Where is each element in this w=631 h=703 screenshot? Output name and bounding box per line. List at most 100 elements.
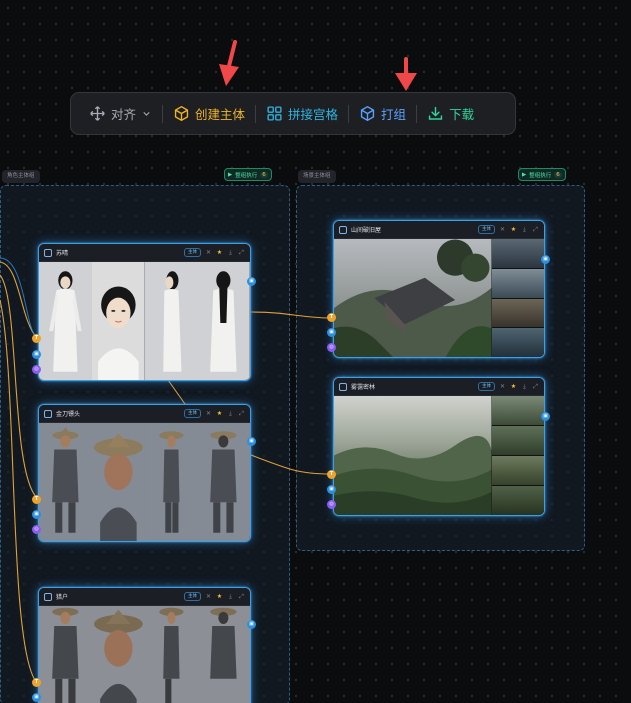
- ref-input-port[interactable]: ◎: [32, 365, 41, 374]
- character-side-image: [144, 606, 198, 703]
- node-header: 雾霭密林 主体 ✕ ★ ⤓ ⤢: [334, 378, 544, 396]
- node-villager[interactable]: 猎户 主体 ✕ ★ ⤓ ⤢: [38, 587, 251, 703]
- node-warrior[interactable]: 金刀镖头 主体 ✕ ★ ⤓ ⤢: [38, 404, 251, 542]
- image-output-port[interactable]: ▣: [247, 620, 256, 629]
- group-cube-icon: [360, 106, 375, 121]
- ref-input-port[interactable]: ◎: [327, 343, 336, 352]
- star-icon[interactable]: ★: [216, 249, 223, 256]
- annotation-arrow-create-subject: [219, 40, 239, 86]
- scene-thumbnails: [491, 396, 544, 515]
- group-label: 打组: [381, 107, 407, 122]
- image-output-port[interactable]: ▣: [541, 412, 550, 421]
- node-tag[interactable]: 主体: [478, 225, 495, 234]
- download-icon[interactable]: ⤓: [227, 593, 234, 600]
- character-front-image: [39, 606, 92, 703]
- node-tag[interactable]: 主体: [184, 592, 201, 601]
- image-input-port[interactable]: ▣: [32, 350, 41, 359]
- text-input-port[interactable]: T: [32, 334, 41, 343]
- character-front-image: [39, 423, 92, 541]
- image-icon: [339, 382, 347, 391]
- expand-icon[interactable]: ⤢: [238, 249, 245, 256]
- image-input-port[interactable]: ▣: [327, 485, 336, 494]
- download-label: 下载: [449, 107, 475, 122]
- character-side-image: [144, 262, 198, 380]
- image-input-port[interactable]: ▣: [32, 693, 41, 702]
- node-tag[interactable]: 主体: [478, 382, 495, 391]
- grid-stitch-button[interactable]: 拼接宫格: [256, 99, 348, 129]
- node-mountain-house[interactable]: 山间破旧屋 主体 ✕ ★ ⤓ ⤢: [333, 220, 545, 358]
- expand-icon[interactable]: ⤢: [238, 593, 245, 600]
- image-output-port[interactable]: ▣: [541, 255, 550, 264]
- node-forest[interactable]: 雾霭密林 主体 ✕ ★ ⤓ ⤢: [333, 377, 545, 516]
- download-icon[interactable]: ⤓: [521, 226, 528, 233]
- node-heroine[interactable]: 苏晴 主体 ✕ ★ ⤓ ⤢: [38, 243, 251, 381]
- node-title: 苏晴: [56, 250, 69, 257]
- move-icon: [90, 106, 105, 121]
- node-tag[interactable]: 主体: [184, 409, 201, 418]
- character-portrait-image: [91, 606, 145, 703]
- align-dropdown[interactable]: 对齐: [79, 99, 162, 129]
- star-icon[interactable]: ★: [216, 593, 223, 600]
- download-button[interactable]: 下载: [417, 99, 484, 129]
- turnaround-images: [39, 423, 250, 541]
- node-title: 山间破旧屋: [351, 227, 382, 234]
- node-title: 雾霭密林: [351, 384, 376, 391]
- cube-icon: [174, 106, 189, 121]
- right-group-run-button[interactable]: ▶ 整组执行 6: [518, 168, 566, 181]
- group-button[interactable]: 打组: [349, 99, 416, 129]
- expand-icon[interactable]: ⤢: [238, 410, 245, 417]
- node-tag[interactable]: 主体: [184, 248, 201, 257]
- image-icon: [44, 409, 52, 418]
- scene-main-image: [334, 396, 492, 515]
- run-label: 整组执行: [529, 172, 552, 179]
- create-subject-label: 创建主体: [195, 107, 246, 122]
- left-group-run-button[interactable]: ▶ 整组执行 6: [224, 168, 272, 181]
- download-icon[interactable]: ⤓: [227, 249, 234, 256]
- text-input-port[interactable]: T: [32, 678, 41, 687]
- image-input-port[interactable]: ▣: [32, 510, 41, 519]
- image-output-port[interactable]: ▣: [247, 277, 256, 286]
- expand-icon[interactable]: ⤢: [532, 383, 539, 390]
- image-icon: [44, 592, 52, 601]
- text-input-port[interactable]: T: [327, 470, 336, 479]
- run-label: 整组执行: [235, 172, 258, 179]
- ref-input-port[interactable]: ◎: [327, 500, 336, 509]
- run-count: 6: [260, 171, 268, 178]
- download-icon[interactable]: ⤓: [227, 410, 234, 417]
- scene-thumbnails: [491, 239, 544, 357]
- scene-images: [334, 396, 544, 515]
- run-count: 6: [554, 171, 562, 178]
- image-icon: [339, 225, 347, 234]
- create-subject-button[interactable]: 创建主体: [163, 99, 255, 129]
- star-icon[interactable]: ★: [510, 383, 517, 390]
- node-header: 苏晴 主体 ✕ ★ ⤓ ⤢: [39, 244, 250, 262]
- character-side-image: [144, 423, 198, 541]
- star-icon[interactable]: ★: [216, 410, 223, 417]
- character-back-image: [197, 423, 250, 541]
- character-portrait-image: [91, 423, 145, 541]
- character-back-image: [197, 262, 250, 380]
- close-icon[interactable]: ✕: [499, 226, 506, 233]
- node-header: 山间破旧屋 主体 ✕ ★ ⤓ ⤢: [334, 221, 544, 239]
- expand-icon[interactable]: ⤢: [532, 226, 539, 233]
- close-icon[interactable]: ✕: [499, 383, 506, 390]
- canvas-toolbar: 对齐 创建主体 拼接宫格 打组 下载: [70, 92, 516, 135]
- star-icon[interactable]: ★: [510, 226, 517, 233]
- close-icon[interactable]: ✕: [205, 249, 212, 256]
- text-input-port[interactable]: T: [32, 495, 41, 504]
- image-icon: [44, 248, 52, 257]
- image-output-port[interactable]: ▣: [247, 437, 256, 446]
- node-title: 猎户: [56, 594, 69, 601]
- download-icon[interactable]: ⤓: [521, 383, 528, 390]
- close-icon[interactable]: ✕: [205, 410, 212, 417]
- download-icon: [428, 106, 443, 120]
- close-icon[interactable]: ✕: [205, 593, 212, 600]
- ref-input-port[interactable]: ◎: [32, 525, 41, 534]
- text-input-port[interactable]: T: [327, 313, 336, 322]
- image-input-port[interactable]: ▣: [327, 328, 336, 337]
- character-back-image: [197, 606, 250, 703]
- right-group-label: 场景主体组: [298, 170, 336, 183]
- chevron-down-icon: [143, 112, 150, 116]
- node-header: 金刀镖头 主体 ✕ ★ ⤓ ⤢: [39, 405, 250, 423]
- scene-main-image: [334, 239, 492, 357]
